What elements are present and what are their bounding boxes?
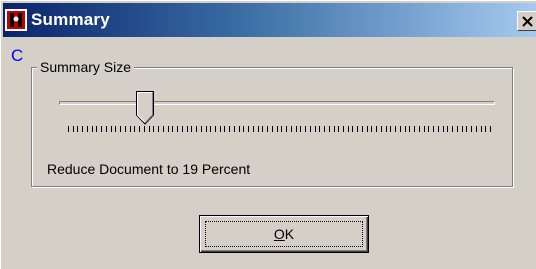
ok-button[interactable]: OK [199, 215, 369, 253]
group-label: Summary Size [37, 59, 135, 75]
corner-mark: C [11, 46, 24, 65]
window-title: Summary [31, 10, 110, 29]
slider-ticks [68, 126, 491, 132]
summary-status-text: Reduce Document to 19 Percent [47, 161, 251, 177]
title-bar[interactable]: Summary [3, 3, 536, 37]
ok-button-label: OK [200, 226, 368, 242]
close-button[interactable] [517, 11, 536, 31]
close-icon [522, 16, 533, 27]
ok-accel-letter: O [273, 226, 285, 242]
ok-rest-letters: K [284, 226, 295, 242]
app-icon [5, 9, 27, 31]
summary-size-slider-thumb[interactable] [136, 91, 154, 125]
summary-size-slider-track[interactable] [59, 101, 495, 105]
summary-dialog: Summary C Summary Size Reduce Document t… [0, 0, 536, 269]
